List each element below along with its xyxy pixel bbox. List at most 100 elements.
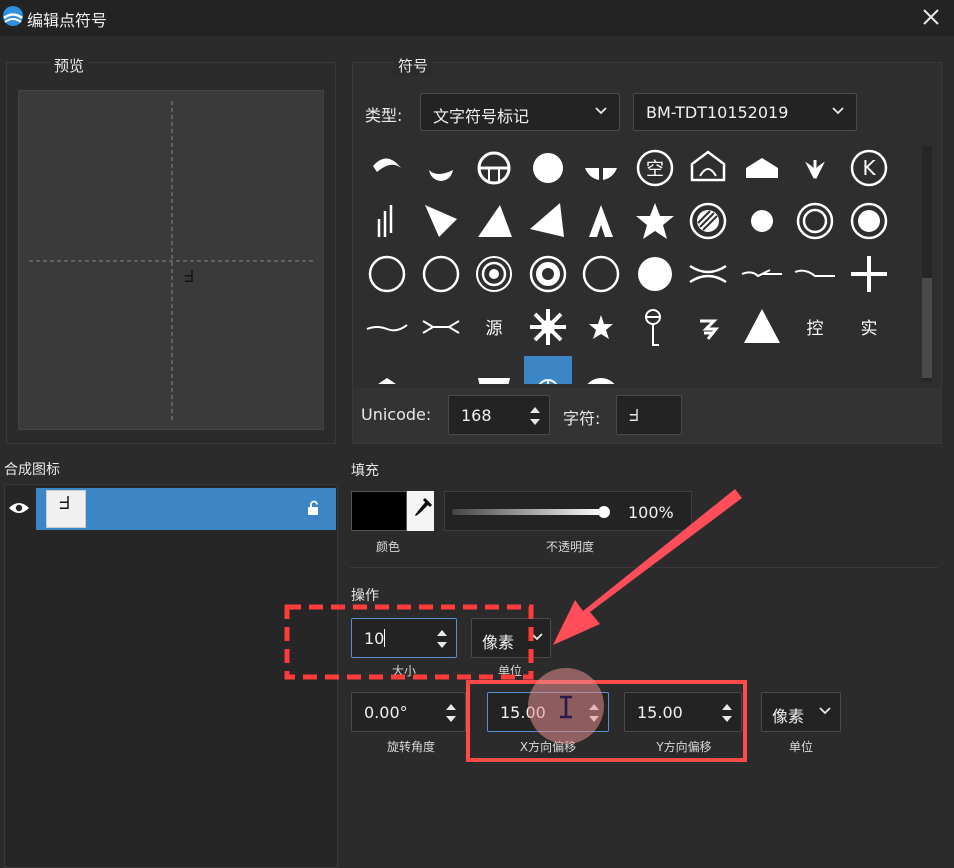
spinner-arrows-icon[interactable] xyxy=(529,404,541,428)
bow-line-symbol[interactable] xyxy=(417,303,465,351)
unicode-spinbox[interactable]: 168 xyxy=(448,395,550,435)
twin-peaks-symbol[interactable] xyxy=(577,197,625,245)
vertical-lines-symbol[interactable] xyxy=(363,197,411,245)
double-ring-symbol[interactable] xyxy=(791,197,839,245)
wire-arrow-symbol[interactable] xyxy=(738,250,786,298)
partial-text-symbol[interactable]: 饮 xyxy=(417,356,465,384)
char-field[interactable]: ᖵ xyxy=(616,395,682,435)
house-lotus-symbol[interactable] xyxy=(684,144,732,192)
symbol-label: 符号 xyxy=(394,55,433,76)
size-value: 10 xyxy=(364,629,385,648)
divider xyxy=(350,567,938,568)
layer-thumbnail: ᖵ xyxy=(46,490,86,528)
asterisk-flower-symbol[interactable] xyxy=(524,303,572,351)
kong-text-symbol[interactable]: 控 xyxy=(791,303,839,351)
svg-text:源: 源 xyxy=(486,319,503,339)
half-circle-symbol[interactable] xyxy=(577,356,625,384)
svg-text:K: K xyxy=(862,156,876,180)
large-dot-symbol[interactable] xyxy=(631,250,679,298)
svg-text:空: 空 xyxy=(646,159,664,180)
eyedropper-button[interactable] xyxy=(407,491,434,531)
font-dropdown[interactable]: BM-TDT10152019 xyxy=(633,93,857,131)
size-spinbox[interactable]: 10 xyxy=(351,618,457,658)
small-star-symbol[interactable] xyxy=(577,303,625,351)
preview-label: 预览 xyxy=(50,55,89,76)
open-circle-3-symbol[interactable] xyxy=(577,250,625,298)
layers-label: 合成图标 xyxy=(4,462,60,478)
filled-circle-symbol[interactable] xyxy=(524,144,572,192)
triangle-down-right-symbol[interactable] xyxy=(417,197,465,245)
char-label: 字符: xyxy=(563,409,601,428)
chevron-down-icon xyxy=(595,107,607,115)
rotation-value: 0.00° xyxy=(364,703,408,722)
eye-icon[interactable] xyxy=(8,500,30,516)
triangle-left-symbol[interactable] xyxy=(524,197,572,245)
type-dropdown[interactable]: 文字符号标记 xyxy=(420,93,620,131)
triangle-up-right-symbol[interactable] xyxy=(470,197,518,245)
svg-text:实: 实 xyxy=(860,319,877,339)
house-partial-symbol[interactable] xyxy=(363,356,411,384)
opacity-slider-track[interactable] xyxy=(452,509,604,515)
chevron-down-icon xyxy=(531,633,543,641)
k-circle-symbol[interactable]: K xyxy=(845,144,893,192)
trapezoid-symbol[interactable] xyxy=(470,356,518,384)
open-circle-2-symbol[interactable] xyxy=(417,250,465,298)
kong-circle-symbol[interactable]: 空 xyxy=(631,144,679,192)
bridge-symbol[interactable] xyxy=(684,250,732,298)
offset-unit-label: 单位 xyxy=(788,740,813,754)
plus-symbol[interactable] xyxy=(845,250,893,298)
size-unit-dropdown[interactable]: 像素 xyxy=(471,618,551,658)
x-offset-label: X方向偏移 xyxy=(519,740,577,754)
close-icon[interactable] xyxy=(918,4,944,30)
size-label: 大小 xyxy=(391,664,416,678)
symbol-grid-scroll-thumb[interactable] xyxy=(922,278,932,378)
window-title: 编辑点符号 xyxy=(27,11,108,30)
y-offset-value: 15.00 xyxy=(637,703,683,722)
edit-point-symbol-dialog: 编辑点符号 预览 ᖵ 符号 类型: 文字符号标记 BM-TDT10152019 … xyxy=(0,0,954,868)
crescent-symbol[interactable] xyxy=(363,144,411,192)
target-symbol[interactable] xyxy=(524,250,572,298)
spinner-arrows-icon[interactable] xyxy=(436,627,448,651)
svg-text:控: 控 xyxy=(807,319,824,339)
size-unit-value: 像素 xyxy=(482,633,515,652)
yuan-symbol[interactable]: 源 xyxy=(470,303,518,351)
x-offset-spinbox[interactable]: 15.00 xyxy=(487,692,609,732)
spinner-arrows-icon[interactable] xyxy=(588,701,600,725)
hatched-circle-symbol[interactable] xyxy=(684,197,732,245)
y-offset-label: Y方向偏移 xyxy=(656,740,712,754)
triple-ring-symbol[interactable] xyxy=(470,250,518,298)
wave-blob-symbol[interactable] xyxy=(417,144,465,192)
wavy-line-symbol[interactable] xyxy=(363,303,411,351)
char-value: ᖵ xyxy=(629,406,639,425)
circle-gate-symbol[interactable] xyxy=(470,144,518,192)
shi-text-symbol[interactable]: 实 xyxy=(845,303,893,351)
small-dot-symbol[interactable] xyxy=(738,197,786,245)
type-label: 类型: xyxy=(365,106,403,125)
unicode-value: 168 xyxy=(461,406,492,425)
color-swatch[interactable] xyxy=(351,491,407,531)
offset-unit-dropdown[interactable]: 像素 xyxy=(761,692,841,732)
opacity-slider-handle[interactable] xyxy=(598,506,610,518)
operation-label: 操作 xyxy=(351,588,379,604)
pentagon-house-symbol[interactable] xyxy=(738,144,786,192)
pin-symbol[interactable] xyxy=(631,303,679,351)
star-symbol[interactable] xyxy=(631,197,679,245)
y-offset-spinbox[interactable]: 15.00 xyxy=(624,692,742,732)
unicode-label: Unicode: xyxy=(361,405,432,424)
glyph-symbol[interactable] xyxy=(684,303,732,351)
split-bowl-symbol[interactable] xyxy=(577,144,625,192)
ring-dot-symbol[interactable] xyxy=(845,197,893,245)
sprout-symbol[interactable] xyxy=(791,144,839,192)
open-circle-symbol[interactable] xyxy=(363,250,411,298)
big-triangle-symbol[interactable] xyxy=(738,303,786,351)
spinner-arrows-icon[interactable] xyxy=(445,701,457,725)
selected-pin-symbol[interactable] xyxy=(523,356,572,384)
color-label: 颜色 xyxy=(375,540,400,554)
chevron-down-icon xyxy=(832,107,844,115)
spinner-arrows-icon[interactable] xyxy=(721,701,733,725)
rotation-spinbox[interactable]: 0.00° xyxy=(351,692,466,732)
layers-panel xyxy=(4,484,338,868)
wire-hook-symbol[interactable] xyxy=(791,250,839,298)
unlock-icon[interactable] xyxy=(306,500,322,516)
type-dropdown-value: 文字符号标记 xyxy=(433,107,530,126)
